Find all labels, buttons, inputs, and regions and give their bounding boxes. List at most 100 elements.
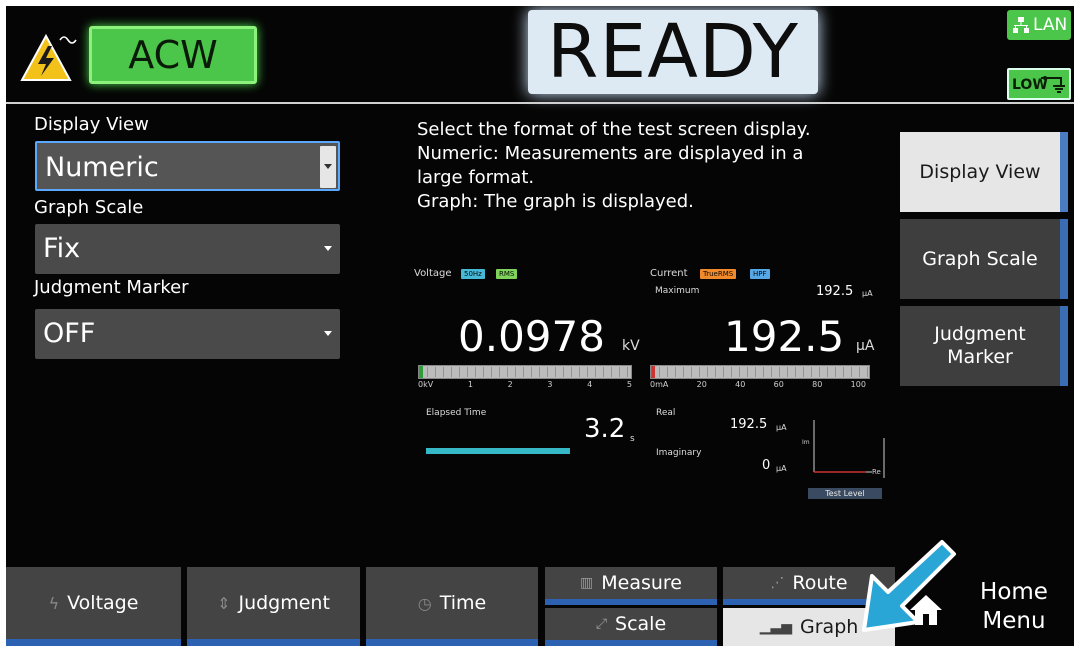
lan-status-badge: LAN xyxy=(1007,10,1071,40)
lan-label: LAN xyxy=(1033,15,1068,35)
chevron-down-icon xyxy=(324,246,332,251)
scale-tick-label: 40 xyxy=(735,380,746,389)
graph-scale-button[interactable]: Graph Scale xyxy=(900,219,1068,299)
judgment-marker-button[interactable]: Judgment Marker xyxy=(900,306,1068,386)
current-meter-ticks xyxy=(651,367,869,377)
test-level-label: Test Level xyxy=(808,488,882,499)
display-view-value: Numeric xyxy=(45,152,159,183)
judgment-marker-dropdown[interactable]: OFF xyxy=(35,309,340,359)
display-view-button[interactable]: Display View xyxy=(900,132,1068,212)
scale-tick-label: 100 xyxy=(850,380,866,389)
current-unit: μA xyxy=(856,338,875,354)
measure-button-label: Measure xyxy=(601,572,682,594)
voltage-button-label: Voltage xyxy=(67,592,139,614)
voltage-value: 0.0978 xyxy=(458,312,605,361)
route-button-label: Route xyxy=(792,572,848,594)
maximum-value: 192.5 xyxy=(816,284,854,299)
description-line: Select the format of the test screen dis… xyxy=(417,119,811,140)
scale-tick-label: 0mA xyxy=(650,380,669,389)
high-voltage-warning-icon xyxy=(20,33,77,81)
home-label-line2: Menu xyxy=(982,608,1046,634)
voltage-button[interactable]: ϟ Voltage xyxy=(6,567,181,646)
resize-icon: ⤢ xyxy=(595,616,608,632)
phasor-diagram: Im Re xyxy=(802,420,885,478)
display-view-dropdown[interactable]: Numeric xyxy=(35,141,340,191)
scale-tick-label: 20 xyxy=(696,380,707,389)
home-menu-label: Home Menu xyxy=(966,578,1062,636)
scale-button[interactable]: ⤢ Scale xyxy=(545,608,717,646)
bar-chart-icon: ▥ xyxy=(580,575,594,591)
clock-icon: ◷ xyxy=(417,593,432,613)
truerms-tag: TrueRMS xyxy=(700,269,737,279)
judgment-button[interactable]: ⇕ Judgment xyxy=(187,567,360,646)
scale-tick-label: 0kV xyxy=(418,380,434,389)
scale-tick-label: 1 xyxy=(467,380,473,389)
re-axis-label: Re xyxy=(872,468,881,476)
elapsed-time-value: 3.2 xyxy=(584,414,626,444)
measure-button[interactable]: ▥ Measure xyxy=(545,567,717,605)
judgment-button-label: Judgment xyxy=(238,592,330,614)
ground-icon xyxy=(1041,76,1065,93)
graph-button-label: Graph xyxy=(800,616,859,638)
judgment-marker-value: OFF xyxy=(43,318,96,349)
up-down-icon: ⇕ xyxy=(217,593,231,613)
display-view-label: Display View xyxy=(34,114,149,135)
judgment-marker-button-label: Judgment Marker xyxy=(934,323,1026,368)
status-display: READY xyxy=(528,10,818,94)
imaginary-value: 0 xyxy=(762,458,771,473)
maximum-unit: μA xyxy=(862,289,873,298)
voltage-meter xyxy=(418,365,632,379)
current-value: 192.5 xyxy=(724,312,845,361)
chevron-down-icon xyxy=(324,331,332,336)
imaginary-label: Imaginary xyxy=(656,448,702,458)
imaginary-unit: μA xyxy=(776,464,787,473)
graph-scale-dropdown[interactable]: Fix xyxy=(35,224,340,274)
display-preview: Voltage 50Hz RMS Current TrueRMS HPF Max… xyxy=(404,264,890,504)
instrument-screen: ACW READY LAN LOW Display View Numeric G… xyxy=(6,6,1074,646)
real-value: 192.5 xyxy=(730,417,768,432)
elapsed-time-label: Elapsed Time xyxy=(426,408,487,418)
voltage-label: Voltage xyxy=(414,268,452,279)
low-ground-badge: LOW xyxy=(1007,68,1071,100)
time-button[interactable]: ◷ Time xyxy=(366,567,538,646)
description-line: Numeric: Measurements are displayed in a xyxy=(417,143,804,164)
lightning-icon: ϟ xyxy=(48,593,60,613)
scale-tick-label: 4 xyxy=(587,380,593,389)
setting-description: Select the format of the test screen dis… xyxy=(417,118,887,214)
graph-scale-value: Fix xyxy=(43,233,81,264)
scale-tick-label: 3 xyxy=(547,380,553,389)
time-button-label: Time xyxy=(439,592,487,614)
route-icon: ⋰ xyxy=(770,575,785,591)
rms-tag: RMS xyxy=(496,269,518,279)
hpf-tag: HPF xyxy=(750,269,770,279)
scale-button-label: Scale xyxy=(615,613,667,635)
description-line: Graph: The graph is displayed. xyxy=(417,191,694,212)
current-label: Current xyxy=(650,268,688,279)
judgment-marker-label: Judgment Marker xyxy=(34,277,189,298)
freq-tag: 50Hz xyxy=(461,269,485,279)
scale-tick-label: 60 xyxy=(773,380,784,389)
voltage-scale: 0kV 1 2 3 4 5 xyxy=(418,380,632,389)
network-icon xyxy=(1013,17,1029,33)
mode-badge: ACW xyxy=(89,26,257,84)
display-view-button-label: Display View xyxy=(919,160,1041,183)
im-axis-label: Im xyxy=(802,439,810,446)
scale-tick-label: 80 xyxy=(812,380,823,389)
elapsed-time-bar xyxy=(426,448,570,454)
chevron-down-icon xyxy=(324,164,332,169)
home-label-line1: Home xyxy=(980,579,1048,605)
elapsed-time-unit: s xyxy=(630,434,635,444)
real-unit: μA xyxy=(776,423,787,432)
real-label: Real xyxy=(656,408,676,418)
header-divider xyxy=(6,102,1074,104)
voltage-unit: kV xyxy=(622,338,640,354)
current-meter xyxy=(650,365,870,379)
scale-tick-label: 2 xyxy=(507,380,513,389)
dropdown-toggle[interactable] xyxy=(320,146,336,188)
voltage-meter-ticks xyxy=(419,367,631,377)
graph-scale-label: Graph Scale xyxy=(34,197,144,218)
scale-tick-label: 5 xyxy=(626,380,632,389)
pointer-arrow-icon xyxy=(862,540,956,632)
current-scale: 0mA 20 40 60 80 100 xyxy=(650,380,866,389)
maximum-label: Maximum xyxy=(655,286,700,296)
